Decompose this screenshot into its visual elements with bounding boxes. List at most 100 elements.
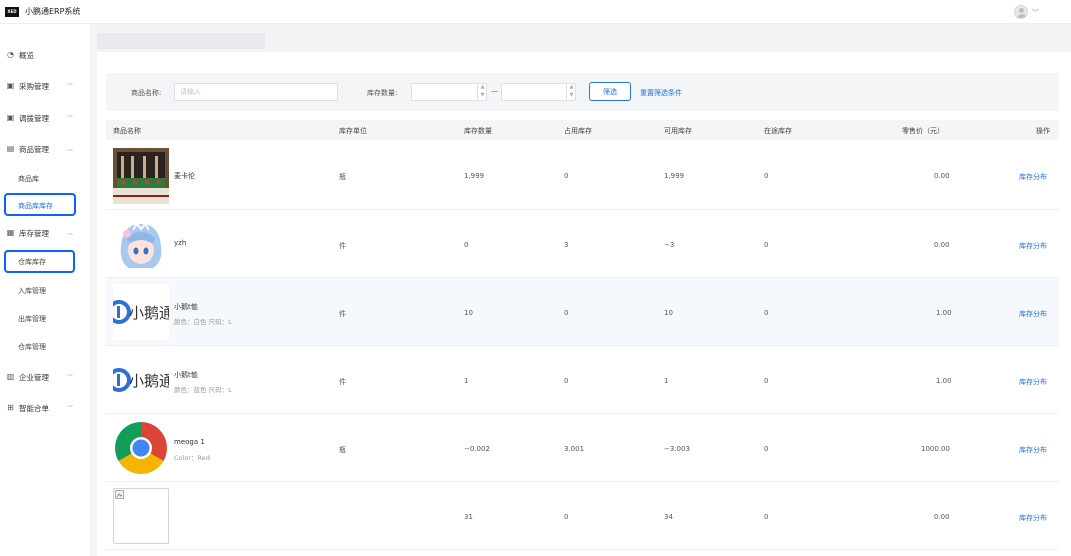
reset-filter-link[interactable]: 重置筛选条件 [640,88,682,98]
dashboard-icon: ◔ [7,50,14,59]
sidebar-item-label: 库存管理 [19,229,49,238]
table-row [106,278,1059,346]
stock-unit: 件 [339,242,346,250]
stock-distribution-link[interactable]: 库存分布 [1019,377,1047,387]
product-name: 小鹅t恤 [174,371,198,379]
available-stock: 10 [664,309,673,317]
product-spec: 颜色：白色 尺码：L [174,318,232,326]
available-stock: −3 [664,241,675,249]
grid-icon: ▦ [6,228,15,237]
sidebar-item-transfer[interactable]: ▣ 调拨管理 ﹀ [0,110,90,126]
sidebar-item-smart-merge[interactable]: ⊞ 智能合单 ﹀ [0,400,90,416]
user-avatar[interactable] [1014,5,1028,19]
chevron-down-icon: ﹀ [67,83,74,90]
app-logo: XED [5,7,19,17]
highlight-annotation [4,193,76,216]
product-thumbnail [113,216,169,272]
table-row [106,142,1059,210]
sidebar-subitem-label: 入库管理 [18,287,46,295]
filter-button[interactable]: 筛选 [589,82,631,101]
sidebar-item-purchase[interactable]: ▣ 采购管理 ﹀ [0,78,90,94]
calendar-icon: ▣ [6,81,15,90]
table-row [106,482,1059,550]
occupied-stock: 0 [564,309,569,317]
transit-stock: 0 [764,172,769,180]
column-header: 零售价（元） [902,127,944,135]
goods-name-input[interactable] [174,83,338,101]
transfer-icon: ▣ [6,113,15,122]
retail-price: 1.00 [936,309,952,317]
sidebar-subitem-label: 商品库 [18,175,39,183]
stock-distribution-link[interactable]: 库存分布 [1019,172,1047,182]
stock-unit: 件 [339,310,346,318]
chevron-up-icon: ︿ [67,146,74,153]
column-header: 操作 [1036,127,1050,135]
chevron-down-icon[interactable]: ﹀ [1032,8,1040,17]
qty-max-stepper[interactable]: ▲ ▼ [566,83,576,101]
available-stock: 34 [664,513,673,521]
chevron-down-icon: ﹀ [67,115,74,122]
stock-unit: 瓶 [339,446,346,454]
retail-price: 0.00 [934,241,950,249]
stock-qty-label: 库存数量: [367,89,398,97]
sidebar-item-overview[interactable]: ◔ 概览 [0,47,90,63]
product-thumbnail: 小鹅通 [113,284,169,340]
chevron-down-icon: ﹀ [67,374,74,381]
thumb-logo-text: 小鹅通 [129,304,169,322]
stock-distribution-link[interactable]: 库存分布 [1019,241,1047,251]
stock-qty-min-input[interactable] [411,83,487,101]
sidebar-item-goods[interactable]: ▤ 商品管理 ︿ [0,141,90,157]
product-thumbnail [113,420,169,476]
sidebar-subitem-label: 出库管理 [18,315,46,323]
product-name: 麦卡伦 [174,172,195,180]
highlight-annotation [4,250,75,273]
sidebar-subitem-warehouse[interactable]: 仓库管理 [0,339,90,355]
stock-distribution-link[interactable]: 库存分布 [1019,513,1047,523]
sidebar-subitem-goods-library[interactable]: 商品库 [0,171,90,187]
column-header: 占用库存 [564,127,592,135]
transit-stock: 0 [764,445,769,453]
product-thumbnail: 小鹅通 [113,352,169,408]
available-stock: −3.003 [664,445,690,453]
sidebar-item-inventory[interactable]: ▦ 库存管理 ︿ [0,225,90,241]
chevron-up-icon: ︿ [67,230,74,237]
product-thumbnail [113,148,169,204]
product-name: 小鹅t恤 [174,303,198,311]
stock-distribution-link[interactable]: 库存分布 [1019,309,1047,319]
stock-qty: −0.002 [464,445,490,453]
column-header: 库存单位 [339,127,367,135]
sidebar-item-label: 采购管理 [19,82,49,91]
goods-icon: ▤ [6,144,15,153]
occupied-stock: 3 [564,241,569,249]
transit-stock: 0 [764,377,769,385]
sidebar-item-label: 智能合单 [19,404,49,413]
sidebar-item-label: 商品管理 [19,145,49,154]
retail-price: 1000.00 [921,445,950,453]
retail-price: 0.00 [934,513,950,521]
sidebar-item-enterprise[interactable]: ▥ 企业管理 ﹀ [0,369,90,385]
qty-min-stepper[interactable]: ▲ ▼ [477,83,487,101]
table-row [106,346,1059,414]
sidebar-subitem-outbound[interactable]: 出库管理 [0,311,90,327]
product-spec: Color：Red [174,454,210,462]
product-name: meoga 1 [174,438,205,446]
transit-stock: 0 [764,513,769,521]
breadcrumb [97,33,265,49]
table-row [106,210,1059,278]
sidebar-item-label: 调拨管理 [19,114,49,123]
occupied-stock: 0 [564,513,569,521]
column-header: 在途库存 [764,127,792,135]
building-icon: ▥ [6,372,15,381]
stock-unit: 瓶 [339,173,346,181]
stock-qty: 1,999 [464,172,485,180]
occupied-stock: 0 [564,377,569,385]
stock-unit: 件 [339,378,346,386]
stock-qty: 10 [464,309,473,317]
sidebar-subitem-inbound[interactable]: 入库管理 [0,283,90,299]
stock-distribution-link[interactable]: 库存分布 [1019,445,1047,455]
app-title: 小鹏通ERP系统 [25,7,81,16]
chevron-down-icon: ﹀ [67,405,74,412]
stock-qty-max-input[interactable] [501,83,576,101]
product-spec: 颜色：蓝色 尺码：L [174,386,232,394]
stock-qty: 31 [464,513,473,521]
